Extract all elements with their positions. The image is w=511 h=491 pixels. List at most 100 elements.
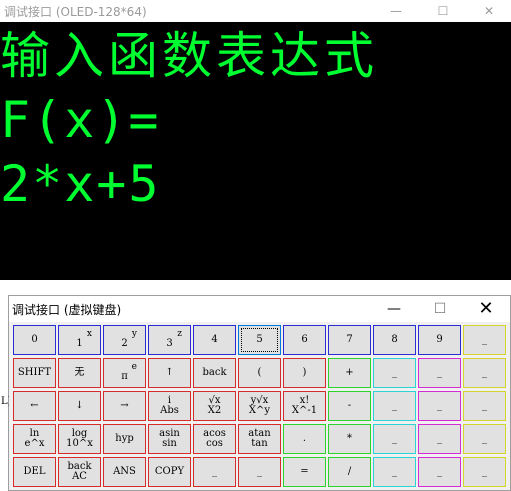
key-r4-c7[interactable]: / [328, 457, 371, 487]
key-r0-c6[interactable]: 6 [283, 325, 326, 355]
key-r3-c1[interactable]: log 10^x [58, 424, 101, 454]
key-label: → [120, 400, 129, 411]
key-r0-c10[interactable]: _ [463, 325, 506, 355]
key-r0-c2[interactable]: 2y [103, 325, 146, 355]
key-r1-c9[interactable]: _ [418, 358, 461, 388]
key-r2-c9[interactable]: _ [418, 391, 461, 421]
key-label: i Abs [160, 395, 179, 416]
key-r2-c6[interactable]: x! X^-1 [283, 391, 326, 421]
key-label: _ [392, 367, 397, 378]
key-r2-c10[interactable]: _ [463, 391, 506, 421]
key-label: _ [437, 367, 442, 378]
key-label: - [347, 400, 352, 411]
key-r4-c8[interactable]: _ [373, 457, 416, 487]
keyboard-window-title: 调试接口 (虚拟键盘) [12, 303, 122, 317]
key-r1-c2[interactable]: πe [103, 358, 146, 388]
key-label: _ [437, 433, 442, 444]
key-r1-c5[interactable]: ( [238, 358, 281, 388]
key-label: x! X^-1 [291, 395, 318, 416]
close-icon[interactable]: ✕ [463, 296, 509, 322]
key-label: ) [302, 367, 307, 378]
key-r0-c3[interactable]: 3z [148, 325, 191, 355]
close-icon[interactable]: ✕ [466, 0, 511, 22]
key-r0-c0[interactable]: 0 [13, 325, 56, 355]
key-r4-c6[interactable]: = [283, 457, 326, 487]
key-label: _ [482, 400, 487, 411]
key-label: 9 [436, 334, 443, 345]
key-r2-c2[interactable]: → [103, 391, 146, 421]
key-r3-c9[interactable]: _ [418, 424, 461, 454]
key-r4-c1[interactable]: back AC [58, 457, 101, 487]
minimize-icon[interactable]: — [373, 0, 419, 22]
key-r0-c7[interactable]: 7 [328, 325, 371, 355]
key-r3-c3[interactable]: asin sin [148, 424, 191, 454]
key-label: _ [437, 400, 442, 411]
key-label: 2 [121, 338, 128, 349]
key-r0-c9[interactable]: 9 [418, 325, 461, 355]
key-r0-c1[interactable]: 1x [58, 325, 101, 355]
key-r2-c3[interactable]: i Abs [148, 391, 191, 421]
key-r2-c0[interactable]: ← [13, 391, 56, 421]
key-r1-c6[interactable]: ) [283, 358, 326, 388]
key-secondary-label: e [131, 362, 137, 372]
key-r4-c9[interactable]: _ [418, 457, 461, 487]
key-label: ↑ [165, 367, 174, 378]
key-r3-c0[interactable]: ln e^x [13, 424, 56, 454]
key-r3-c4[interactable]: acos cos [193, 424, 236, 454]
key-r1-c7[interactable]: + [328, 358, 371, 388]
key-r3-c8[interactable]: _ [373, 424, 416, 454]
minimize-icon[interactable]: — [371, 296, 417, 322]
maximize-icon[interactable]: ☐ [420, 0, 466, 22]
key-label: ← [30, 400, 39, 411]
key-r2-c8[interactable]: _ [373, 391, 416, 421]
key-r2-c1[interactable]: ↓ [58, 391, 101, 421]
key-r4-c10[interactable]: _ [463, 457, 506, 487]
key-label: _ [482, 433, 487, 444]
key-r1-c0[interactable]: SHIFT [13, 358, 56, 388]
key-r2-c5[interactable]: y√x X^y [238, 391, 281, 421]
virtual-keyboard-window: 调试接口 (虚拟键盘) — ☐ ✕ L) 01x2y3z456789_SHIFT… [1, 295, 511, 491]
key-r3-c10[interactable]: _ [463, 424, 506, 454]
key-label: _ [257, 466, 262, 477]
maximize-icon[interactable]: ☐ [417, 296, 463, 322]
key-r3-c2[interactable]: hyp [103, 424, 146, 454]
key-label: / [347, 466, 352, 477]
key-r1-c3[interactable]: ↑ [148, 358, 191, 388]
key-label: ANS [113, 466, 136, 477]
key-label: COPY [154, 466, 185, 477]
key-r4-c4[interactable]: _ [193, 457, 236, 487]
key-r0-c8[interactable]: 8 [373, 325, 416, 355]
key-r0-c5[interactable]: 5 [238, 325, 281, 355]
key-r4-c3[interactable]: COPY [148, 457, 191, 487]
key-label: _ [482, 466, 487, 477]
key-r1-c1[interactable]: 无 [58, 358, 101, 388]
oled-window-titlebar[interactable]: 调试接口 (OLED-128*64) — ☐ ✕ [0, 0, 511, 22]
key-r1-c10[interactable]: _ [463, 358, 506, 388]
key-label: _ [482, 334, 487, 345]
key-label: _ [392, 433, 397, 444]
key-r3-c7[interactable]: * [328, 424, 371, 454]
key-label: = [300, 466, 309, 477]
key-label: DEL [23, 466, 46, 477]
key-label: _ [437, 466, 442, 477]
key-r2-c4[interactable]: √x X2 [193, 391, 236, 421]
key-r1-c8[interactable]: _ [373, 358, 416, 388]
key-r0-c4[interactable]: 4 [193, 325, 236, 355]
key-r4-c5[interactable]: _ [238, 457, 281, 487]
keyboard-window-titlebar[interactable]: 调试接口 (虚拟键盘) — ☐ ✕ [9, 296, 510, 322]
key-r3-c6[interactable]: . [283, 424, 326, 454]
key-label: 8 [391, 334, 398, 345]
key-secondary-label: z [177, 329, 182, 339]
key-secondary-label: x [86, 329, 92, 339]
key-label: * [347, 433, 352, 444]
key-r3-c5[interactable]: atan tan [238, 424, 281, 454]
key-label: _ [212, 466, 217, 477]
key-label: . [302, 433, 307, 444]
key-label: ( [257, 367, 262, 378]
key-label: log 10^x [66, 428, 93, 449]
key-r4-c0[interactable]: DEL [13, 457, 56, 487]
key-r4-c2[interactable]: ANS [103, 457, 146, 487]
oled-display: 输入函数表达式 F(x)= 2*x+5 [0, 22, 511, 280]
key-r2-c7[interactable]: - [328, 391, 371, 421]
key-r1-c4[interactable]: back [193, 358, 236, 388]
